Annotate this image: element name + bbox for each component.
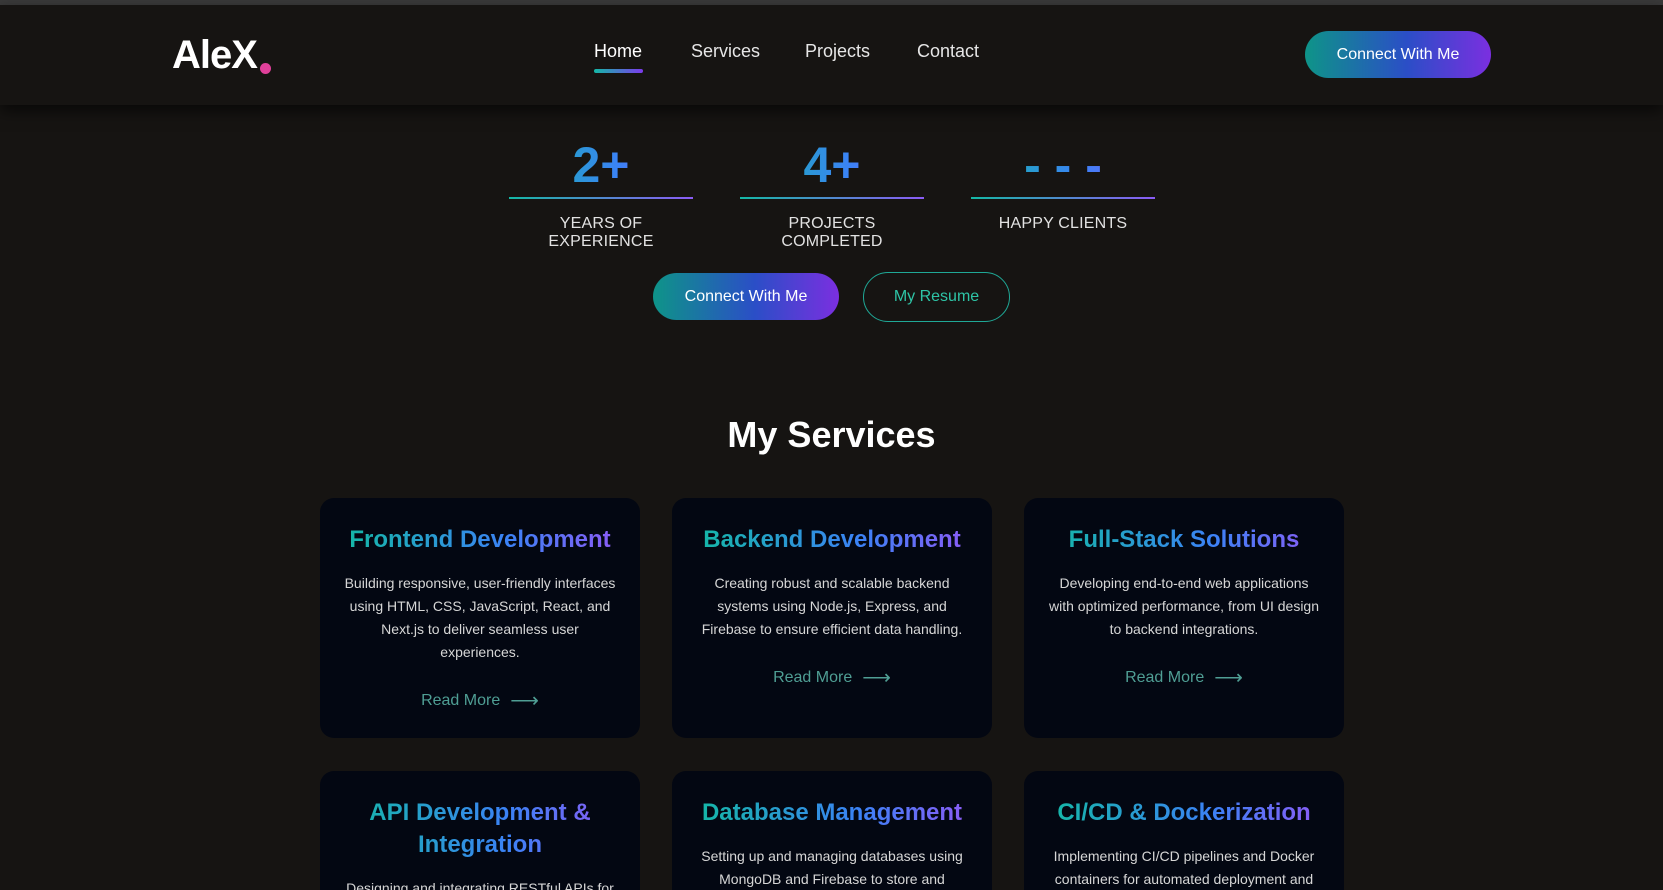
service-card-description: Designing and integrating RESTful APIs f… bbox=[346, 880, 614, 890]
read-more-link[interactable]: Read More ⟶ bbox=[773, 665, 891, 690]
service-card-description: Implementing CI/CD pipelines and Docker … bbox=[1053, 848, 1315, 887]
read-more-label: Read More bbox=[773, 668, 853, 686]
service-card-api: API Development & Integration Designing … bbox=[320, 771, 640, 890]
stat-value: 4+ bbox=[740, 135, 924, 195]
arrow-right-icon: ⟶ bbox=[510, 690, 539, 712]
read-more-label: Read More bbox=[421, 691, 501, 709]
service-card-description: Setting up and managing databases using … bbox=[701, 848, 963, 887]
stat-label: PROJECTS COMPLETED bbox=[781, 215, 883, 250]
service-card-description: Creating robust and scalable backend sys… bbox=[701, 575, 963, 637]
nav-active-underline bbox=[594, 69, 643, 73]
stat-projects: 4+ PROJECTS COMPLETED bbox=[740, 135, 924, 251]
stat-divider bbox=[509, 197, 693, 199]
stat-value: - - - bbox=[971, 135, 1155, 195]
stat-years: 2+ YEARS OF EXPERIENCE bbox=[509, 135, 693, 251]
service-card-title: API Development & Integration bbox=[344, 797, 616, 861]
nav-link-services[interactable]: Services bbox=[691, 41, 760, 62]
read-more-link[interactable]: Read More ⟶ bbox=[421, 688, 539, 713]
service-card-fullstack: Full-Stack Solutions Developing end-to-e… bbox=[1024, 498, 1344, 738]
service-card-title: Full-Stack Solutions bbox=[1048, 524, 1320, 556]
resume-button[interactable]: My Resume bbox=[863, 272, 1010, 322]
service-card-frontend: Frontend Development Building responsive… bbox=[320, 498, 640, 738]
services-title: My Services bbox=[727, 414, 936, 455]
service-card-title: Database Management bbox=[696, 797, 968, 829]
service-card-cicd: CI/CD & Dockerization Implementing CI/CD… bbox=[1024, 771, 1344, 890]
logo-dot-icon bbox=[260, 63, 271, 74]
nav-link-projects[interactable]: Projects bbox=[805, 41, 870, 62]
nav-link-contact[interactable]: Contact bbox=[917, 41, 979, 62]
stat-value: 2+ bbox=[509, 135, 693, 195]
stat-divider bbox=[740, 197, 924, 199]
stat-divider bbox=[971, 197, 1155, 199]
service-card-title: Frontend Development bbox=[344, 524, 616, 556]
service-card-backend: Backend Development Creating robust and … bbox=[672, 498, 992, 738]
read-more-link[interactable]: Read More ⟶ bbox=[1125, 665, 1243, 690]
service-card-title: Backend Development bbox=[696, 524, 968, 556]
navbar-connect-button[interactable]: Connect With Me bbox=[1305, 31, 1491, 78]
nav-link-home[interactable]: Home bbox=[594, 41, 642, 62]
service-card-database: Database Management Setting up and manag… bbox=[672, 771, 992, 890]
read-more-label: Read More bbox=[1125, 668, 1205, 686]
arrow-right-icon: ⟶ bbox=[1214, 667, 1243, 689]
service-card-description: Building responsive, user-friendly inter… bbox=[344, 575, 616, 660]
service-card-title: CI/CD & Dockerization bbox=[1048, 797, 1320, 829]
hero-connect-button[interactable]: Connect With Me bbox=[653, 273, 839, 320]
logo[interactable]: AleX bbox=[172, 33, 258, 78]
service-card-description: Developing end-to-end web applications w… bbox=[1049, 575, 1319, 637]
stat-clients: - - - HAPPY CLIENTS bbox=[971, 135, 1155, 233]
stat-label: HAPPY CLIENTS bbox=[998, 215, 1128, 232]
arrow-right-icon: ⟶ bbox=[862, 667, 891, 689]
navbar: AleX Home Services Projects Contact Conn… bbox=[0, 5, 1663, 105]
stat-label: YEARS OF EXPERIENCE bbox=[548, 215, 654, 250]
